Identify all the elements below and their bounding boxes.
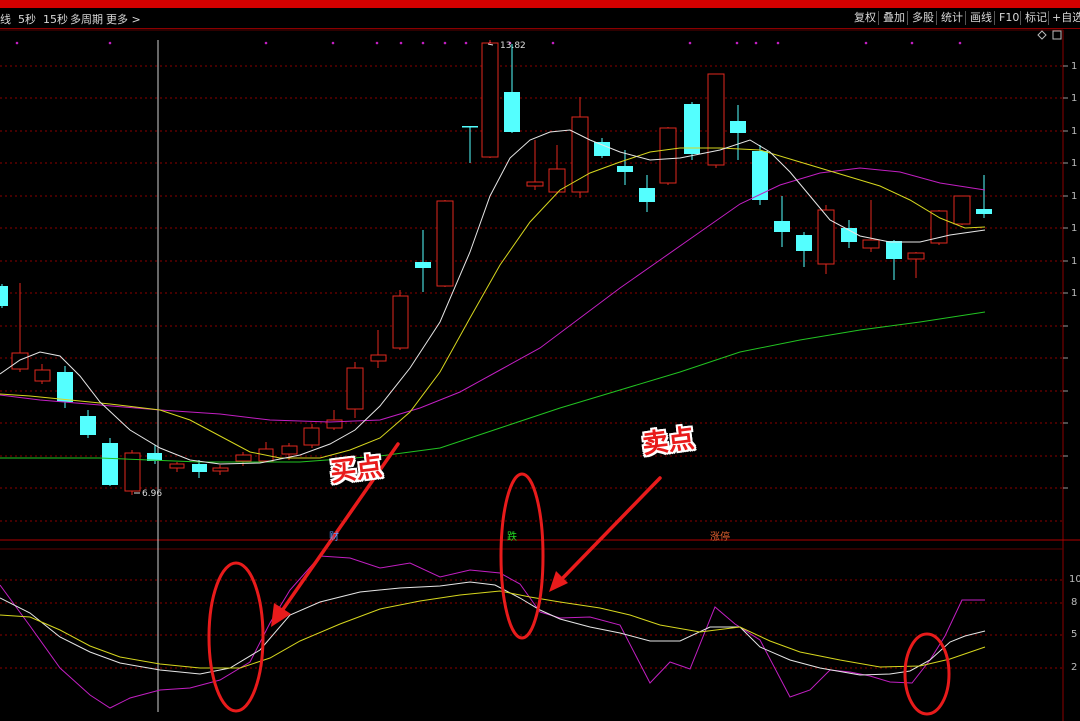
event-label-drop[interactable]: 跌 <box>507 528 517 543</box>
low-price-label: 6.96 <box>142 489 163 499</box>
price-grid <box>0 65 1063 522</box>
candlesticks <box>0 40 992 495</box>
kline-chart-canvas[interactable]: 1 1 1 1 1 1 1 1 <box>0 0 1080 721</box>
indicator-axis-label: 8 <box>1071 597 1078 608</box>
svg-text:1: 1 <box>1071 288 1077 299</box>
ma-yellow-line <box>0 147 986 459</box>
high-price-label: 13.82 <box>500 41 526 51</box>
svg-text:1: 1 <box>1071 158 1077 169</box>
moving-average-lines <box>0 129 986 465</box>
ma-magenta-line <box>0 167 986 423</box>
svg-text:1: 1 <box>1071 191 1077 202</box>
indicator-yellow-line <box>0 590 986 669</box>
buy-point-annotation: 买点 <box>328 451 384 489</box>
indicator-axis-label: 2 <box>1071 662 1078 673</box>
event-label-finance[interactable]: 财 <box>329 528 339 543</box>
sell-arrow <box>555 476 662 586</box>
right-axis-ticks <box>1063 65 1068 489</box>
second-buy-ellipse <box>903 632 951 716</box>
indicator-grid <box>0 579 1063 669</box>
indicator-lines <box>0 555 986 709</box>
sell-point-annotation: 卖点 <box>640 423 696 461</box>
right-axis-stub-labels: 1 1 1 1 1 1 1 1 <box>1071 61 1077 299</box>
svg-text:1: 1 <box>1071 61 1077 72</box>
arrow-head-icon <box>271 571 568 627</box>
svg-text:1: 1 <box>1071 223 1077 234</box>
diamond-icon[interactable] <box>1037 30 1047 40</box>
sell-point-ellipse <box>499 472 545 640</box>
annotation-ellipses <box>207 472 951 716</box>
ma-green-line <box>0 311 986 463</box>
svg-text:1: 1 <box>1071 126 1077 137</box>
window-icon[interactable] <box>1052 30 1062 40</box>
indicator-white-line <box>0 581 986 676</box>
indicator-axis-label: 5 <box>1071 629 1078 640</box>
indicator-axis-label: 10 <box>1069 574 1080 585</box>
svg-text:1: 1 <box>1071 256 1077 267</box>
svg-text:1: 1 <box>1071 93 1077 104</box>
event-label-limit-up[interactable]: 涨停 <box>710 528 730 543</box>
buy-point-ellipse <box>207 561 265 713</box>
indicator-magenta-line <box>0 555 985 709</box>
ma-white-line <box>0 129 986 465</box>
